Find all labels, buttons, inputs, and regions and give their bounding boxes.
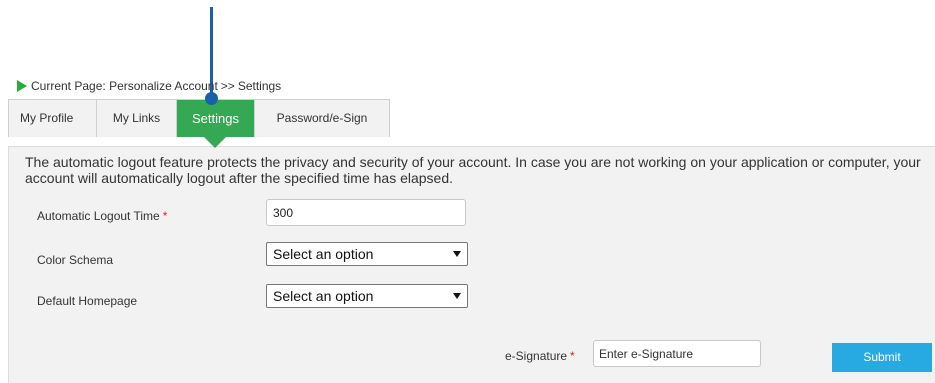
color-schema-selected: Select an option bbox=[273, 246, 374, 262]
breadcrumb-separator: >> bbox=[220, 79, 235, 93]
settings-panel: The automatic logout feature protects th… bbox=[8, 146, 935, 383]
chevron-down-icon bbox=[453, 293, 461, 299]
breadcrumb-section: Personalize Account bbox=[109, 79, 218, 93]
e-signature-label-text: e-Signature bbox=[505, 349, 568, 363]
submit-button[interactable]: Submit bbox=[832, 343, 932, 372]
required-marker: * bbox=[162, 209, 168, 223]
default-homepage-selected: Select an option bbox=[273, 288, 374, 304]
default-homepage-label: Default Homepage bbox=[37, 294, 138, 308]
tab-bar: My Profile My Links Settings Password/e-… bbox=[8, 99, 390, 148]
default-homepage-select[interactable]: Select an option bbox=[266, 284, 468, 308]
logout-time-input[interactable] bbox=[266, 199, 466, 226]
logout-description: The automatic logout feature protects th… bbox=[25, 154, 921, 186]
logout-time-label-text: Automatic Logout Time bbox=[37, 209, 160, 223]
required-marker: * bbox=[570, 349, 575, 363]
tab-password-esign[interactable]: Password/e-Sign bbox=[255, 100, 389, 137]
breadcrumb-prefix: Current Page: bbox=[31, 79, 106, 93]
breadcrumb-arrow-icon bbox=[17, 80, 27, 92]
callout-pointer-dot bbox=[205, 92, 218, 105]
logout-time-label: Automatic Logout Time * bbox=[37, 209, 167, 223]
color-schema-label: Color Schema bbox=[37, 253, 114, 267]
color-schema-select[interactable]: Select an option bbox=[266, 242, 468, 266]
chevron-down-icon bbox=[453, 251, 461, 257]
e-signature-label: e-Signature * bbox=[505, 349, 575, 363]
tab-my-profile[interactable]: My Profile bbox=[9, 100, 97, 137]
settings-page: Current Page: Personalize Account >> Set… bbox=[0, 0, 935, 383]
breadcrumb: Current Page: Personalize Account >> Set… bbox=[17, 77, 281, 95]
tab-settings[interactable]: Settings bbox=[177, 100, 255, 148]
breadcrumb-current: Settings bbox=[237, 79, 282, 93]
tab-my-links[interactable]: My Links bbox=[97, 100, 177, 137]
e-signature-input[interactable] bbox=[593, 340, 761, 367]
